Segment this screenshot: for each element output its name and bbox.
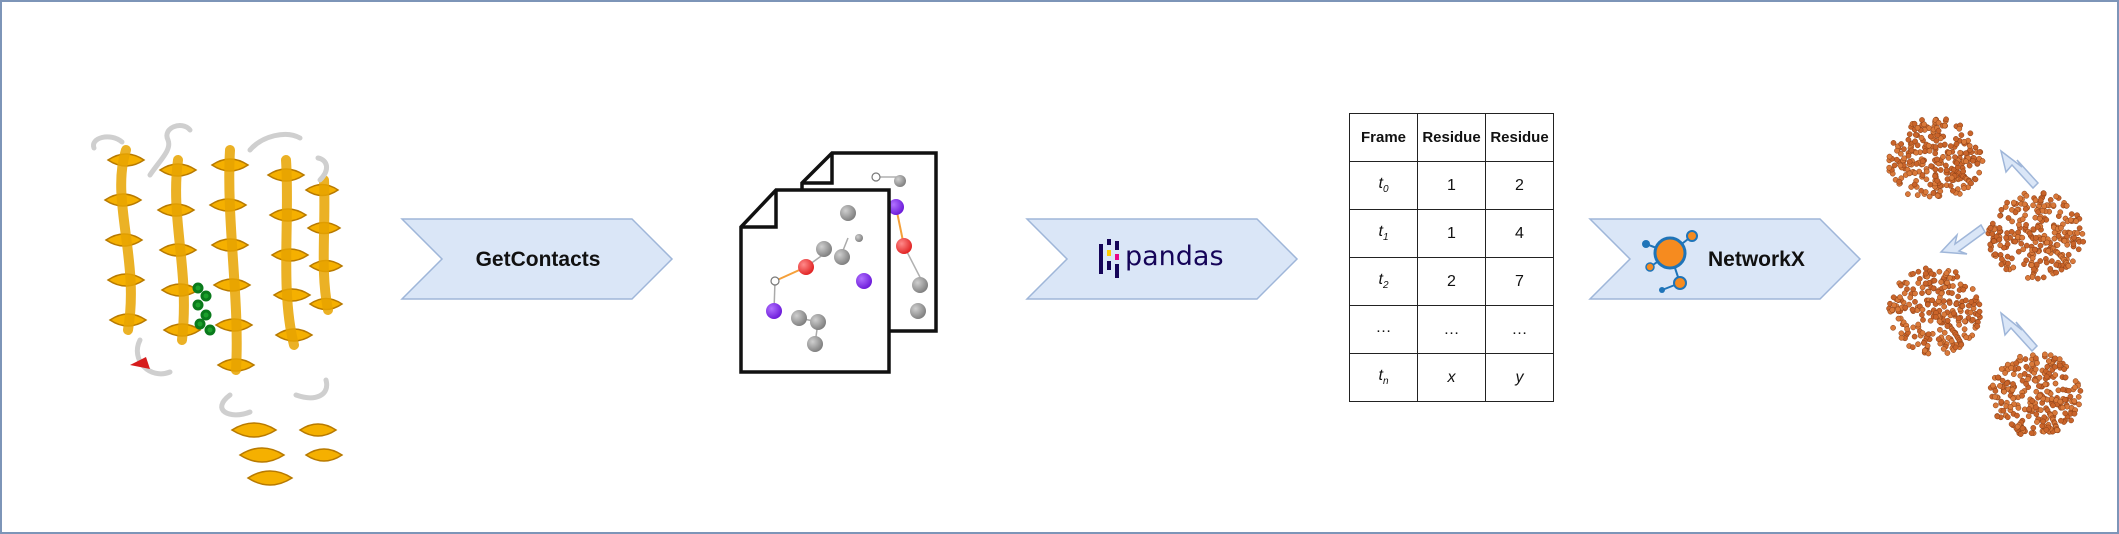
arrow-down-right-2 <box>1999 311 2039 353</box>
header-residue-2: Residue <box>1485 113 1554 162</box>
cluster-1 <box>1886 116 1986 200</box>
table-header-row: Frame Residue Residue <box>1349 113 1554 162</box>
arrow-down-left <box>1939 223 1986 255</box>
residue-a-cell: x <box>1417 353 1486 402</box>
residue-a-cell: … <box>1417 305 1486 354</box>
table-row: … … … <box>1349 305 1554 354</box>
contact-documents-icon <box>739 151 938 374</box>
getcontacts-label: GetContacts <box>476 248 601 271</box>
document-front <box>739 188 891 374</box>
frame-cell: t2 <box>1349 257 1418 306</box>
cluster-4 <box>1987 351 2084 437</box>
cluster-graph-icon <box>1886 116 2087 437</box>
ligand <box>192 282 216 336</box>
arrow-down-right-1 <box>1999 149 2040 190</box>
table-row: t1 1 4 <box>1349 209 1554 258</box>
frame-cell: tn <box>1349 353 1418 402</box>
helix-lower <box>230 422 344 486</box>
networkx-label: NetworkX <box>1708 248 1805 271</box>
residue-b-cell: … <box>1485 305 1554 354</box>
residue-b-cell: y <box>1485 353 1554 402</box>
table-row: tn x y <box>1349 353 1554 402</box>
pandas-label: pandas <box>1125 241 1224 272</box>
residue-a-cell: 1 <box>1417 161 1486 210</box>
residue-b-cell: 2 <box>1485 161 1554 210</box>
protein-structure-icon <box>91 123 344 486</box>
cluster-blobs <box>1886 116 2087 437</box>
contacts-table: Frame Residue Residue t0 1 2 t1 1 4 t2 2… <box>1349 113 1554 402</box>
residue-a-cell: 1 <box>1417 209 1486 258</box>
header-residue-1: Residue <box>1417 113 1486 162</box>
table-row: t0 1 2 <box>1349 161 1554 210</box>
residue-b-cell: 7 <box>1485 257 1554 306</box>
residue-b-cell: 4 <box>1485 209 1554 258</box>
pipeline-canvas: GetContacts pandas NetworkX <box>91 116 2087 486</box>
frame-cell: t1 <box>1349 209 1418 258</box>
cluster-3 <box>1886 265 1983 357</box>
frame-cell: t0 <box>1349 161 1418 210</box>
frame-cell: … <box>1349 305 1418 354</box>
header-frame: Frame <box>1349 113 1418 162</box>
residue-a-cell: 2 <box>1417 257 1486 306</box>
table-row: t2 2 7 <box>1349 257 1554 306</box>
cluster-2 <box>1985 190 2087 282</box>
